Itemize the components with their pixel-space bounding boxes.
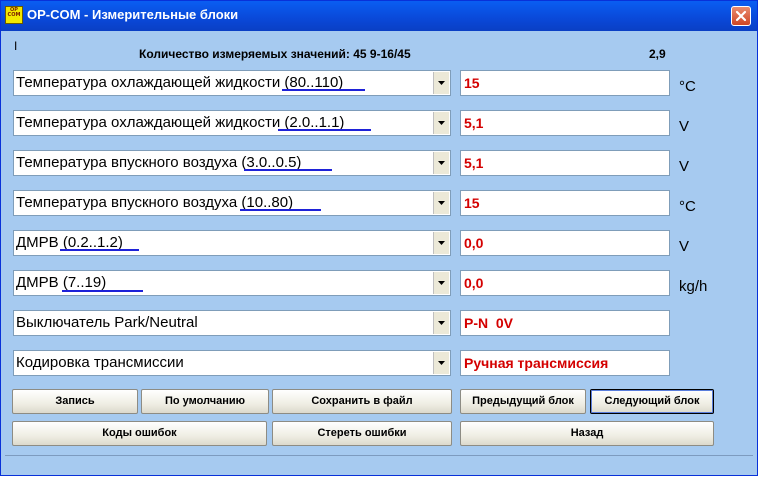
close-button[interactable]	[731, 6, 751, 26]
value-field: 15	[460, 190, 670, 216]
chevron-down-icon	[438, 81, 445, 85]
annotation-underline	[244, 169, 332, 171]
value-field: 5,1	[460, 150, 670, 176]
measurement-row: Кодировка трансмиссии Ручная трансмиссия	[1, 350, 760, 380]
annotation-underline	[62, 290, 143, 292]
parameter-label: ДМРВ (7..19)	[16, 274, 107, 291]
value-text: 0,0	[464, 235, 484, 251]
dropdown-button[interactable]	[433, 312, 449, 334]
value-field: P-N 0V	[460, 310, 670, 336]
close-icon	[735, 10, 747, 22]
unit-label: °C	[679, 78, 696, 95]
chevron-down-icon	[438, 361, 445, 365]
dropdown-button[interactable]	[433, 192, 449, 214]
parameter-select[interactable]: ДМРВ (0.2..1.2)	[13, 230, 451, 256]
measurement-row: ДМРВ (0.2..1.2) 0,0 V	[1, 230, 760, 260]
unit-label: kg/h	[679, 278, 708, 295]
parameter-label: Выключатель Park/Neutral	[16, 314, 198, 331]
title-bar[interactable]: OP COM OP-COM - Измерительные блоки	[1, 1, 757, 31]
save-to-file-button[interactable]: Сохранить в файл	[272, 389, 452, 414]
back-button[interactable]: Назад	[460, 421, 714, 446]
chevron-down-icon	[438, 281, 445, 285]
window-title: OP-COM - Измерительные блоки	[27, 7, 239, 22]
measured-values-count: Количество измеряемых значений: 45 9-16/…	[139, 47, 411, 61]
chevron-down-icon	[438, 121, 445, 125]
measurement-blocks-window: OP COM OP-COM - Измерительные блоки I Ко…	[0, 0, 758, 476]
dropdown-button[interactable]	[433, 272, 449, 294]
clear-errors-button[interactable]: Стереть ошибки	[272, 421, 452, 446]
value-field: Ручная трансмиссия	[460, 350, 670, 376]
status-bar	[5, 455, 753, 474]
value-field: 15	[460, 70, 670, 96]
parameter-select[interactable]: ДМРВ (7..19)	[13, 270, 451, 296]
parameter-select[interactable]: Температура охлаждающей жидкости (2.0..1…	[13, 110, 451, 136]
dropdown-button[interactable]	[433, 112, 449, 134]
measurement-row: Температура впускного воздуха (3.0..0.5)…	[1, 150, 760, 180]
measurement-row: Выключатель Park/Neutral P-N 0V	[1, 310, 760, 340]
error-codes-button[interactable]: Коды ошибок	[12, 421, 267, 446]
elapsed-time: 2,9	[649, 47, 666, 61]
dropdown-button[interactable]	[433, 152, 449, 174]
value-field: 0,0	[460, 230, 670, 256]
unit-label: V	[679, 158, 690, 175]
annotation-underline	[278, 129, 371, 131]
annotation-underline	[282, 89, 365, 91]
unit-label: V	[679, 118, 690, 135]
parameter-select[interactable]: Кодировка трансмиссии	[13, 350, 451, 376]
parameter-select[interactable]: Температура впускного воздуха (3.0..0.5)	[13, 150, 451, 176]
annotation-underline	[60, 249, 139, 251]
value-text: 15	[464, 195, 480, 211]
value-text: P-N 0V	[464, 315, 514, 331]
chevron-down-icon	[438, 321, 445, 325]
next-block-button[interactable]: Следующий блок	[590, 389, 714, 414]
value-text: Ручная трансмиссия	[464, 355, 609, 371]
text-cursor-mark: I	[14, 39, 18, 53]
dropdown-button[interactable]	[433, 72, 449, 94]
measurement-row: Температура впускного воздуха (10..80) 1…	[1, 190, 760, 220]
measurement-row: ДМРВ (7..19) 0,0 kg/h	[1, 270, 760, 300]
dropdown-button[interactable]	[433, 232, 449, 254]
dropdown-button[interactable]	[433, 352, 449, 374]
chevron-down-icon	[438, 161, 445, 165]
measurement-row: Температура охлаждающей жидкости (2.0..1…	[1, 110, 760, 140]
record-button[interactable]: Запись	[12, 389, 138, 414]
parameter-select[interactable]: Выключатель Park/Neutral	[13, 310, 451, 336]
chevron-down-icon	[438, 201, 445, 205]
value-field: 0,0	[460, 270, 670, 296]
opcom-app-icon: OP COM	[5, 6, 23, 24]
unit-label: V	[679, 238, 690, 255]
unit-label: °C	[679, 198, 696, 215]
annotation-underline	[240, 209, 321, 211]
value-text: 0,0	[464, 275, 484, 291]
measurement-row: Температура охлаждающей жидкости (80..11…	[1, 70, 760, 100]
parameter-select[interactable]: Температура впускного воздуха (10..80)	[13, 190, 451, 216]
parameter-label: Кодировка трансмиссии	[16, 354, 184, 371]
previous-block-button[interactable]: Предыдущий блок	[460, 389, 586, 414]
chevron-down-icon	[438, 241, 445, 245]
defaults-button[interactable]: По умолчанию	[141, 389, 269, 414]
value-text: 15	[464, 75, 480, 91]
value-text: 5,1	[464, 155, 484, 171]
value-field: 5,1	[460, 110, 670, 136]
parameter-select[interactable]: Температура охлаждающей жидкости (80..11…	[13, 70, 451, 96]
value-text: 5,1	[464, 115, 484, 131]
